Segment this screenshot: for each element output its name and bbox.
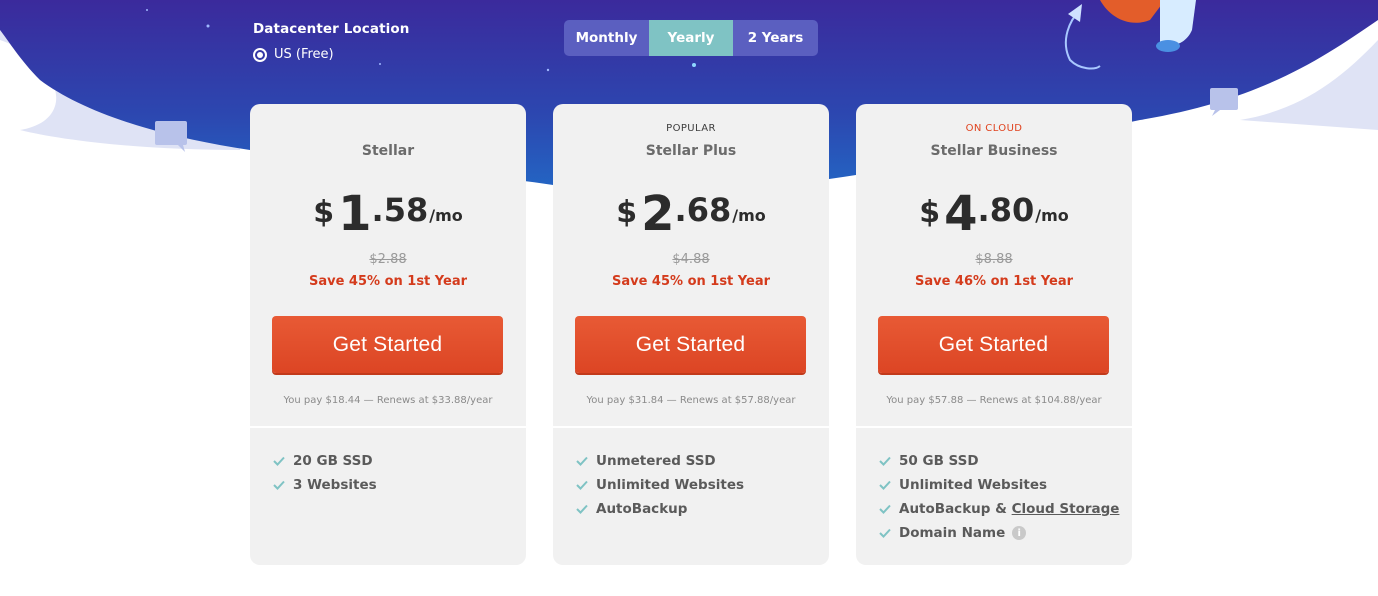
price-integer: 4 — [944, 186, 978, 242]
check-icon — [879, 504, 891, 514]
check-icon — [879, 528, 891, 538]
price-decimal: .68 — [674, 191, 732, 229]
feature-label: 50 GB SSD — [899, 453, 979, 469]
cloud-storage-link[interactable]: Cloud Storage — [1012, 501, 1120, 517]
plan-name: Stellar Plus — [645, 143, 737, 159]
plan-price: $ 1 .58 /mo — [250, 186, 526, 242]
check-icon — [879, 480, 891, 490]
check-icon — [273, 456, 285, 466]
on-cloud-badge: ON CLOUD — [965, 123, 1023, 134]
savings-text: Save 46% on 1st Year — [914, 274, 1074, 289]
datacenter-option-label: US (Free) — [274, 47, 334, 62]
renewal-text: You pay $57.88 — Renews at $104.88/year — [886, 395, 1102, 406]
popular-badge: POPULAR — [666, 123, 716, 134]
check-icon — [576, 480, 588, 490]
info-icon[interactable]: i — [1012, 526, 1027, 540]
feature-label: Domain Name — [899, 525, 1006, 541]
feature-item: 3 Websites — [272, 473, 377, 497]
plan-card-stellar: Stellar $ 1 .58 /mo $2.88 Save 45% on 1s… — [250, 104, 526, 565]
price-period: /mo — [429, 206, 463, 225]
divider — [250, 426, 526, 428]
feature-label: Unlimited Websites — [596, 477, 745, 493]
feature-item: Domain Name i — [878, 521, 1119, 545]
check-icon — [273, 480, 285, 490]
get-started-button[interactable]: Get Started — [878, 316, 1109, 373]
feature-list: Unmetered SSD Unlimited Websites AutoBac… — [575, 449, 744, 521]
billing-period-toggle: Monthly Yearly 2 Years — [564, 20, 818, 56]
divider — [553, 426, 829, 428]
plan-price: $ 4 .80 /mo — [856, 186, 1132, 242]
feature-item: AutoBackup & Cloud Storage — [878, 497, 1119, 521]
toggle-monthly[interactable]: Monthly — [564, 20, 649, 56]
renewal-text: You pay $18.44 — Renews at $33.88/year — [283, 395, 493, 406]
feature-item: AutoBackup — [575, 497, 744, 521]
radio-selected-icon[interactable] — [253, 47, 267, 62]
price-decimal: .80 — [977, 191, 1035, 229]
check-icon — [879, 456, 891, 466]
price-period: /mo — [732, 206, 766, 225]
feature-list: 50 GB SSD Unlimited Websites AutoBackup … — [878, 449, 1119, 545]
feature-item: Unlimited Websites — [878, 473, 1119, 497]
feature-label: 20 GB SSD — [293, 453, 373, 469]
price-currency: $ — [313, 195, 335, 230]
plan-price: $ 2 .68 /mo — [553, 186, 829, 242]
check-icon — [576, 504, 588, 514]
datacenter-title: Datacenter Location — [253, 21, 410, 37]
check-icon — [576, 456, 588, 466]
pricing-section: Datacenter Location US (Free) Monthly Ye… — [0, 0, 1378, 596]
plan-card-stellar-plus: POPULAR Stellar Plus $ 2 .68 /mo $4.88 S… — [553, 104, 829, 565]
price-integer: 2 — [641, 186, 675, 242]
savings-text: Save 45% on 1st Year — [611, 274, 771, 289]
plan-card-stellar-business: ON CLOUD Stellar Business $ 4 .80 /mo $8… — [856, 104, 1132, 565]
datacenter-option-us[interactable]: US (Free) — [253, 47, 409, 62]
old-price: $4.88 — [672, 252, 710, 267]
toggle-2-years[interactable]: 2 Years — [733, 20, 818, 56]
toggle-yearly[interactable]: Yearly — [649, 20, 733, 56]
feature-item: Unlimited Websites — [575, 473, 744, 497]
divider — [856, 426, 1132, 428]
feature-label: AutoBackup & — [899, 501, 1012, 517]
feature-list: 20 GB SSD 3 Websites — [272, 449, 377, 497]
feature-item: 50 GB SSD — [878, 449, 1119, 473]
price-integer: 1 — [338, 186, 372, 242]
feature-label: 3 Websites — [293, 477, 377, 493]
price-currency: $ — [919, 195, 941, 230]
feature-label: Unmetered SSD — [596, 453, 716, 469]
old-price: $8.88 — [975, 252, 1013, 267]
price-currency: $ — [616, 195, 638, 230]
renewal-text: You pay $31.84 — Renews at $57.88/year — [586, 395, 796, 406]
plan-name: Stellar — [361, 143, 415, 159]
old-price: $2.88 — [369, 252, 407, 267]
feature-label: AutoBackup — [596, 501, 688, 517]
get-started-button[interactable]: Get Started — [272, 316, 503, 373]
savings-text: Save 45% on 1st Year — [308, 274, 468, 289]
feature-item: 20 GB SSD — [272, 449, 377, 473]
datacenter-location: Datacenter Location US (Free) — [253, 21, 409, 62]
price-period: /mo — [1035, 206, 1069, 225]
price-decimal: .58 — [371, 191, 429, 229]
feature-label: Unlimited Websites — [899, 477, 1048, 493]
get-started-button[interactable]: Get Started — [575, 316, 806, 373]
feature-item: Unmetered SSD — [575, 449, 744, 473]
plan-name: Stellar Business — [930, 143, 1058, 159]
